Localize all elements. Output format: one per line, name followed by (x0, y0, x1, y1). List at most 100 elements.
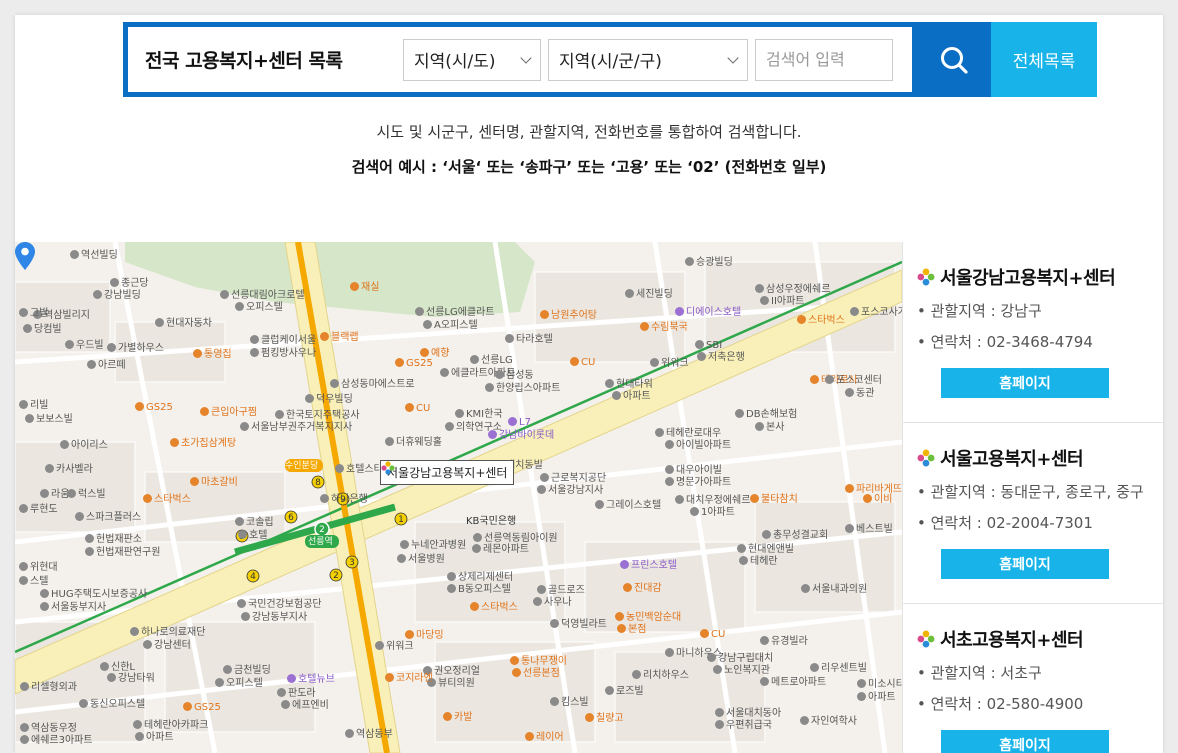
poi-marker-icon (485, 383, 494, 392)
poi-marker-icon (755, 284, 764, 293)
center-name: 서울강남고용복지+센터 (940, 268, 1116, 289)
map-poi-label: 테헤란로대우 (655, 428, 721, 439)
poi-name: 뷰티의원 (438, 678, 475, 689)
map-poi-label: 노인복지관 (713, 665, 770, 676)
poi-name: 서울강남지사 (548, 485, 604, 496)
region-sido-select[interactable]: 지역(시/도) (403, 38, 541, 81)
map-poi-label: 한양립스아파트 (485, 383, 560, 394)
poi-name: 큰입아구찜 (211, 407, 257, 418)
poi-marker-icon (825, 375, 834, 384)
poi-marker-icon (385, 437, 394, 446)
map-poi-label: 레이어 (525, 732, 564, 743)
map-poi-label: 선릉LG에클라트 (415, 307, 495, 318)
page-card: 전국 고용복지+센터 목록 지역(시/도) 지역(시/군/구) 전체목록 시도 … (15, 15, 1163, 753)
search-button[interactable] (917, 22, 991, 97)
poi-name: 코지라엔 (396, 673, 433, 684)
poi-marker-icon (19, 576, 28, 585)
homepage-button[interactable]: 홈페이지 (941, 368, 1109, 398)
poi-marker-icon (25, 414, 34, 423)
poi-marker-icon (385, 673, 394, 682)
poi-name: 그레이스호텔 (606, 500, 662, 511)
poi-name: 동관 (856, 388, 875, 399)
map-poi-label: 킴스빌 (550, 697, 589, 708)
poi-marker-icon (155, 318, 164, 327)
poi-name: 강남센터 (154, 640, 191, 651)
poi-name: II아파트 (771, 296, 805, 307)
map-poi-label: 럭스빌 (67, 489, 106, 500)
poi-name: 가별하우스 (118, 343, 164, 354)
poi-marker-icon (715, 720, 724, 729)
poi-name: 상제리제센터 (458, 572, 514, 583)
poi-name: 선릉LG에클라트 (426, 307, 495, 318)
poi-name: 리빌 (30, 400, 49, 411)
poi-name: 초가집삼계탕 (181, 438, 237, 449)
map-poi-label: 헌법재판소 (85, 534, 142, 545)
poi-name: 블랙랩 (331, 332, 359, 343)
poi-name: 동신오피스텔 (90, 699, 146, 710)
map-poi-label: 덕영빌라트 (550, 619, 607, 630)
poi-marker-icon (615, 612, 624, 621)
map-poi-label: 칠량고 (585, 713, 624, 724)
map-poi-label: 동신오피스텔 (79, 699, 145, 710)
poi-name: 아파트 (623, 391, 651, 402)
poi-marker-icon (107, 673, 116, 682)
center-list-item: 서울고용복지+센터 • 관할지역 : 동대문구, 종로구, 중구 • 연락처 :… (903, 423, 1163, 604)
poi-name: 호텔뉴브 (298, 674, 335, 685)
poi-marker-icon (67, 489, 76, 498)
homepage-button[interactable]: 홈페이지 (941, 549, 1109, 579)
poi-marker-icon (739, 556, 748, 565)
center-list[interactable]: 서울강남고용복지+센터 • 관할지역 : 강남구 • 연락처 : 02-3468… (902, 242, 1163, 753)
map-poi-label: 스텔 (19, 576, 48, 587)
map-poi-label: 강남타워 (107, 673, 155, 684)
poi-marker-icon (685, 257, 694, 266)
poi-name: 칠량고 (596, 713, 624, 724)
poi-marker-icon (215, 678, 224, 687)
map-center-label[interactable]: 서울강남고용복지+센터 (380, 460, 515, 485)
poi-marker-icon (525, 732, 534, 741)
poi-marker-icon (281, 700, 290, 709)
poi-name: 킴스빌 (561, 697, 589, 708)
map-poi-label: 서울남부권주거복지지사 (240, 422, 352, 433)
poi-marker-icon (223, 665, 232, 674)
poi-marker-icon (750, 494, 759, 503)
poi-marker-icon (220, 290, 229, 299)
poi-name: 삼성동마에스트로 (341, 379, 415, 390)
map-poi-label: CU (700, 629, 725, 640)
map-poi-label: 통나무쟁이 (510, 656, 567, 667)
poi-marker-icon (420, 348, 429, 357)
poi-marker-icon (70, 250, 79, 259)
poi-marker-icon (19, 504, 28, 513)
map-poi-label: 디에이스호텔 (675, 307, 741, 318)
center-phone: 연락처 : 02-3468-4794 (930, 333, 1093, 351)
map[interactable]: 2 6 5 3 2 4 1 8 9 수인분당 선릉역 역선빌딩종근당강남빌딩역삼… (15, 242, 902, 753)
map-poi-label: 하나로의료재단 (130, 627, 205, 638)
map-poi-label: 더휴웨딩홀 (385, 437, 442, 448)
poi-marker-icon (760, 677, 769, 686)
poi-name: 삼성우정에쉐르 (766, 284, 831, 295)
map-poi-label: 초가집삼계탕 (170, 438, 236, 449)
poi-name: 디에이스호텔 (686, 307, 742, 318)
poi-marker-icon (100, 662, 109, 671)
poi-marker-icon (455, 409, 464, 418)
poi-marker-icon (700, 629, 709, 638)
map-poi-label: 재실 (350, 282, 379, 293)
map-pin-icon[interactable] (15, 242, 35, 270)
poi-marker-icon (857, 679, 866, 688)
poi-name: 에쉐르3아파트 (31, 735, 93, 746)
map-poi-label: 강남구립대치 (707, 653, 773, 664)
poi-marker-icon (570, 357, 579, 366)
search-input[interactable] (755, 38, 893, 81)
map-poi-label: 한국토지주택공사 (275, 410, 360, 421)
map-poi-label: 자인여학사 (800, 716, 857, 727)
homepage-button[interactable]: 홈페이지 (941, 730, 1109, 753)
poi-name: 통나무쟁이 (521, 656, 567, 667)
region-sigungu-select[interactable]: 지역(시/군/구) (548, 38, 748, 81)
poi-name: 레몬아파트 (483, 544, 529, 555)
all-list-button[interactable]: 전체목록 (991, 22, 1097, 97)
poi-name: 자인여학사 (811, 716, 857, 727)
poi-marker-icon (760, 636, 769, 645)
poi-marker-icon (40, 489, 49, 498)
poi-name: 메트로아파트 (771, 677, 827, 688)
map-poi-label: 현대타워 (605, 379, 653, 390)
map-poi-label: 아르떼 (87, 360, 126, 371)
